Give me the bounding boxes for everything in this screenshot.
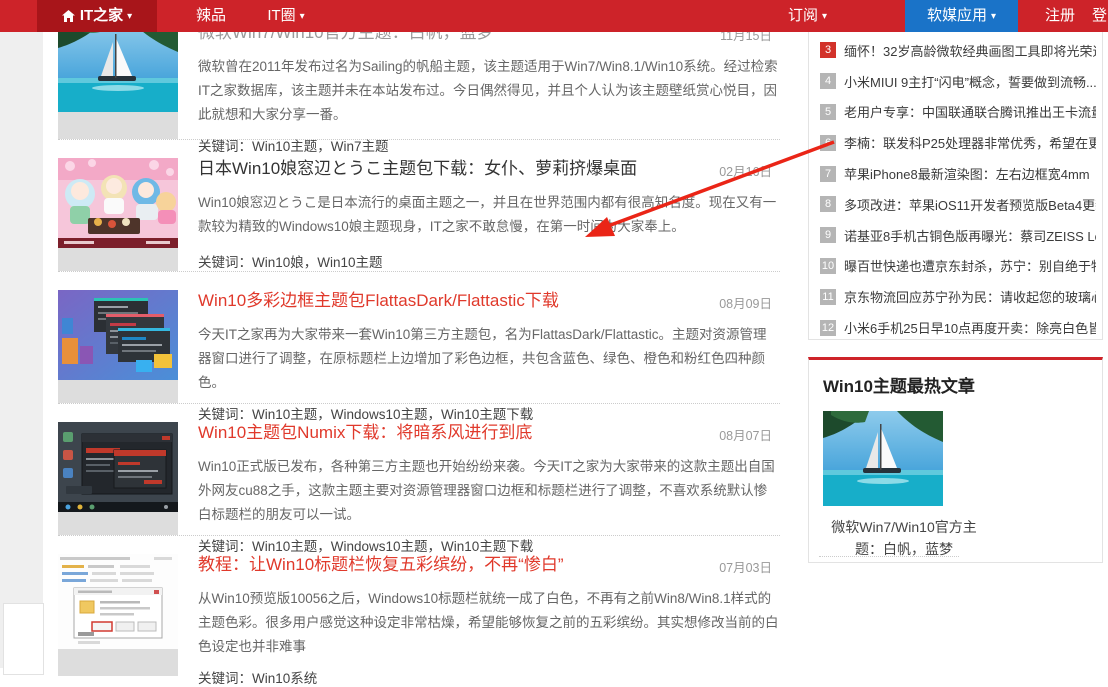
rank-badge: 9 (820, 227, 836, 243)
article-excerpt: 微软曾在2011年发布过名为Sailing的帆船主题，该主题适用于Win7/Wi… (198, 55, 780, 127)
article-date: 07月03日 (709, 554, 780, 576)
rank-badge: 8 (820, 196, 836, 212)
article-keywords[interactable]: 关键词：Win10主题，Win7主题 (198, 127, 780, 155)
keywords-value[interactable]: Win10主题，Windows10主题，Win10主题下载 (252, 407, 533, 422)
ranking-item-label: 缅怀！32岁高龄微软经典画图工具即将光荣退役 (844, 41, 1096, 60)
keywords-value[interactable]: Win10系统 (252, 671, 317, 686)
rank-badge: 11 (820, 289, 836, 305)
keywords-value[interactable]: Win10主题，Windows10主题，Win10主题下载 (252, 539, 533, 554)
article-date: 08月09日 (709, 290, 780, 312)
chevron-down-icon: ▾ (991, 1, 996, 33)
ranking-item[interactable]: 7 苹果iPhone8最新渲染图：左右边框宽4mm (820, 158, 1096, 189)
nav-subscribe-label: 订阅 (788, 7, 818, 24)
article-thumbnail-sailboat[interactable] (58, 22, 178, 139)
home-icon (62, 2, 75, 34)
ranking-item[interactable]: 5 老用户专享：中国联通联合腾讯推出王卡流量... (820, 97, 1096, 128)
keywords-label: 关键词： (198, 539, 252, 554)
article-title[interactable]: 教程：让Win10标题栏恢复五彩缤纷，不再“惨白” (198, 554, 709, 576)
article-thumbnail-explorer-dialog[interactable] (58, 554, 178, 676)
hot-ranking-list: 3 缅怀！32岁高龄微软经典画图工具即将光荣退役 4 小米MIUI 9主打“闪电”概… (820, 35, 1096, 343)
article-thumbnail-anime[interactable] (58, 158, 178, 271)
chevron-down-icon: ▾ (300, 1, 305, 33)
article-row: 日本Win10娘窓辺とうこ主题包下载：女仆、萝莉挤爆桌面 02月16日 Win1… (58, 140, 780, 272)
article-keywords[interactable]: 关键词：Win10系统 (198, 659, 780, 687)
win10-theme-hot-box: Win10主题最热文章 微软Win7/Win10官方主题：白帆，蓝梦 (808, 357, 1103, 563)
ranking-item[interactable]: 8 多项改进：苹果iOS11开发者预览版Beta4更新... (820, 189, 1096, 220)
ranking-item-label: 京东物流回应苏宁孙为民：请收起您的玻璃心！ (844, 287, 1096, 306)
article-keywords[interactable]: 关键词：Win10主题，Windows10主题，Win10主题下载 (198, 527, 780, 555)
article-thumbnail-numix-dark[interactable] (58, 422, 178, 535)
rank-badge: 12 (820, 320, 836, 336)
ranking-item-label: 老用户专享：中国联通联合腾讯推出王卡流量... (844, 102, 1096, 121)
article-list: 微软Win7/Win10官方主题：白帆，蓝梦 11月15日 微软曾在2011年发… (58, 0, 780, 676)
hot-box-title: Win10主题最热文章 (823, 372, 1102, 397)
hot-box-article-title[interactable]: 微软Win7/Win10官方主题：白帆，蓝梦 (819, 516, 989, 560)
ranking-item[interactable]: 11 京东物流回应苏宁孙为民：请收起您的玻璃心！ (820, 281, 1096, 312)
article-keywords[interactable]: 关键词：Win10娘，Win10主题 (198, 243, 780, 271)
rank-badge: 4 (820, 73, 836, 89)
nav-ruanmei-apps[interactable]: 软媒应用▾ (905, 0, 1018, 32)
floating-panel-edge (3, 603, 44, 675)
ranking-item-label: 曝百世快递也遭京东封杀，苏宁：别自绝于物... (844, 256, 1096, 275)
ranking-item-label: 小米6手机25日早10点再度开卖：除亮白色皆... (844, 318, 1096, 337)
ranking-item[interactable]: 10 曝百世快递也遭京东封杀，苏宁：别自绝于物... (820, 251, 1096, 282)
ranking-item-label: 苹果iPhone8最新渲染图：左右边框宽4mm (844, 164, 1090, 183)
hot-ranking-box: 3 缅怀！32岁高龄微软经典画图工具即将光荣退役 4 小米MIUI 9主打“闪电”概… (808, 0, 1103, 340)
ranking-item-label: 李楠：联发科P25处理器非常优秀，希望在更... (844, 133, 1096, 152)
article-excerpt: Win10娘窓辺とうこ是日本流行的桌面主题之一，并且在世界范围内都有很高知名度。… (198, 191, 780, 239)
nav-itquan-label: IT圈 (267, 7, 295, 24)
nav-apps-label: 软媒应用 (927, 7, 987, 24)
rank-badge: 3 (820, 42, 836, 58)
chevron-down-icon: ▾ (127, 1, 132, 33)
article-excerpt: Win10正式版已发布，各种第三方主题也开始纷纷来袭。今天IT之家为大家带来的这… (198, 455, 780, 527)
ranking-item[interactable]: 3 缅怀！32岁高龄微软经典画图工具即将光荣退役 (820, 35, 1096, 66)
article-row: Win10多彩边框主题包FlattasDark/Flattastic下载 08月… (58, 272, 780, 404)
nav-register[interactable]: 注册 (1045, 0, 1075, 32)
keywords-value[interactable]: Win10娘，Win10主题 (252, 255, 383, 270)
ranking-item-label: 诺基亚8手机古铜色版再曝光：蔡司ZEISS Log... (844, 226, 1096, 245)
nav-home-label: IT之家 (80, 7, 123, 24)
rank-badge: 6 (820, 135, 836, 151)
article-title[interactable]: Win10多彩边框主题包FlattasDark/Flattastic下载 (198, 290, 709, 312)
rank-badge: 7 (820, 166, 836, 182)
ranking-item-label: 小米MIUI 9主打“闪电”概念，誓要做到流畅... (844, 72, 1096, 91)
nav-login[interactable]: 登录 (1092, 0, 1108, 32)
hot-box-divider (819, 556, 959, 557)
article-date: 02月16日 (709, 158, 780, 180)
keywords-value[interactable]: Win10主题，Win7主题 (252, 139, 389, 154)
article-excerpt: 今天IT之家再为大家带来一套Win10第三方主题包，名为FlattasDark/… (198, 323, 780, 395)
nav-item-lapin[interactable]: 辣品 (186, 0, 236, 32)
keywords-label: 关键词： (198, 407, 252, 422)
hot-box-thumbnail-sailboat[interactable] (823, 411, 943, 506)
nav-subscribe[interactable]: 订阅▾ (788, 0, 827, 32)
ranking-item[interactable]: 9 诺基亚8手机古铜色版再曝光：蔡司ZEISS Log... (820, 220, 1096, 251)
keywords-label: 关键词： (198, 139, 252, 154)
keywords-label: 关键词： (198, 671, 252, 686)
article-title[interactable]: Win10主题包Numix下载：将暗系风进行到底 (198, 422, 709, 444)
rank-badge: 5 (820, 104, 836, 120)
ranking-item[interactable]: 6 李楠：联发科P25处理器非常优秀，希望在更... (820, 127, 1096, 158)
article-row: 教程：让Win10标题栏恢复五彩缤纷，不再“惨白” 07月03日 从Win10预… (58, 536, 780, 676)
article-date: 08月07日 (709, 422, 780, 444)
ranking-item-label: 多项改进：苹果iOS11开发者预览版Beta4更新... (844, 195, 1096, 214)
ranking-item[interactable]: 4 小米MIUI 9主打“闪电”概念，誓要做到流畅... (820, 66, 1096, 97)
nav-home-ithome[interactable]: IT之家▾ (37, 0, 157, 32)
nav-item-itquan[interactable]: IT圈 ▾ (255, 0, 317, 32)
chevron-down-icon: ▾ (822, 1, 827, 33)
article-thumbnail-flattastic[interactable] (58, 290, 178, 403)
rank-badge: 10 (820, 258, 836, 274)
article-title[interactable]: 日本Win10娘窓辺とうこ主题包下载：女仆、萝莉挤爆桌面 (198, 158, 709, 180)
top-navbar: IT之家▾ 辣品 IT圈▾ 订阅▾ 软媒应用▾ 注册 登录 (0, 0, 1108, 32)
ranking-item[interactable]: 12 小米6手机25日早10点再度开卖：除亮白色皆... (820, 312, 1096, 343)
article-excerpt: 从Win10预览版10056之后，Windows10标题栏就统一成了白色，不再有… (198, 587, 780, 659)
article-row: Win10主题包Numix下载：将暗系风进行到底 08月07日 Win10正式版… (58, 404, 780, 536)
article-keywords[interactable]: 关键词：Win10主题，Windows10主题，Win10主题下载 (198, 395, 780, 423)
page-left-gutter (0, 32, 43, 668)
keywords-label: 关键词： (198, 255, 252, 270)
